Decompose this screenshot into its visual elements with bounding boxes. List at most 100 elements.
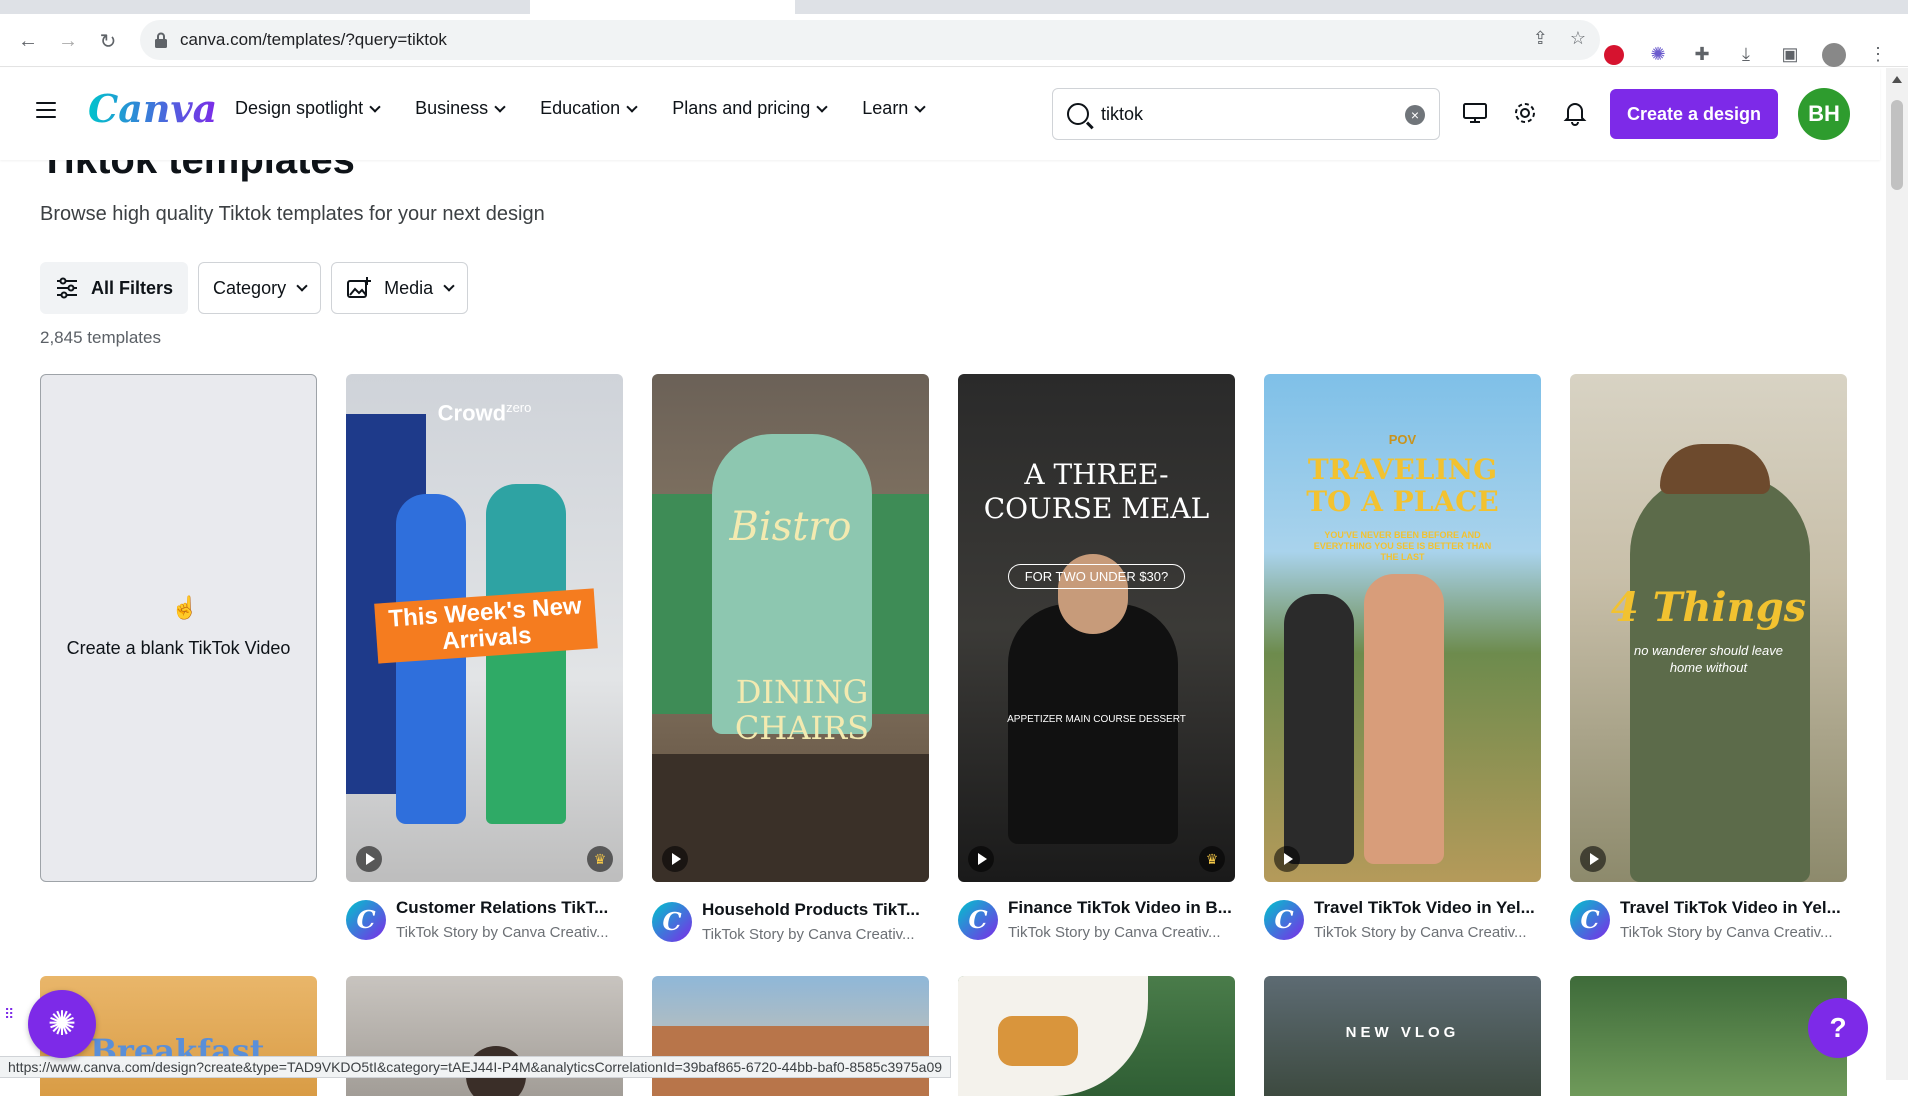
template-meta[interactable]: C Travel TikTok Video in Yel... TikTok S… — [1264, 896, 1541, 952]
template-card[interactable] — [1570, 976, 1847, 1096]
chevron-down-icon — [369, 100, 381, 113]
premium-crown-icon: ♛ — [587, 846, 613, 872]
extension-red-icon[interactable] — [1602, 43, 1626, 67]
chevron-down-icon — [914, 100, 926, 113]
canva-creator-logo: C — [1264, 900, 1304, 940]
thumb-headline: NEW VLOG — [1345, 1024, 1460, 1041]
thumb-person-left — [1284, 594, 1354, 864]
template-meta[interactable]: C Customer Relations TikT... TikTok Stor… — [346, 896, 623, 952]
template-card[interactable]: 4 Things no wanderer should leave home w… — [1570, 374, 1847, 882]
template-author: TikTok Story by Canva Creativ... — [1620, 924, 1833, 941]
template-card[interactable]: NEW VLOG — [1264, 976, 1541, 1096]
scroll-up-arrow-icon[interactable] — [1892, 76, 1902, 83]
canva-header: Canva Design spotlight Business Educatio… — [0, 68, 1880, 160]
canva-creator-logo: C — [346, 900, 386, 940]
nav-learn[interactable]: Learn — [862, 98, 926, 119]
download-icon[interactable]: ⤓ — [1734, 43, 1758, 67]
play-icon — [662, 846, 688, 872]
profile-avatar-icon[interactable] — [1822, 42, 1846, 67]
canva-creator-logo: C — [1570, 900, 1610, 940]
play-icon — [968, 846, 994, 872]
drag-handle-icon[interactable]: ⠿ — [4, 1007, 20, 1034]
template-card[interactable] — [958, 976, 1235, 1096]
create-blank-label: Create a blank TikTok Video — [66, 637, 291, 658]
create-design-button[interactable]: Create a design — [1610, 89, 1778, 139]
media-dropdown[interactable]: Media — [331, 262, 469, 314]
thumb-pants-green — [486, 644, 566, 824]
settings-gear-icon[interactable] — [1510, 98, 1540, 128]
category-dropdown[interactable]: Category — [198, 262, 322, 314]
premium-crown-icon: ♛ — [1199, 846, 1225, 872]
share-icon[interactable]: ⇪ — [1533, 28, 1548, 49]
template-card[interactable]: Crowdzero This Week's New Arrivals ♛ — [346, 374, 623, 882]
clear-search-icon[interactable]: × — [1405, 105, 1425, 125]
thumb-pre: POV — [1388, 432, 1417, 447]
sliders-icon — [57, 277, 77, 299]
template-title: Travel TikTok Video in Yel... — [1314, 898, 1535, 917]
extensions-puzzle-icon[interactable]: ✚ — [1690, 43, 1714, 67]
play-icon — [1580, 846, 1606, 872]
template-title: Travel TikTok Video in Yel... — [1620, 898, 1841, 917]
template-title: Customer Relations TikT... — [396, 898, 609, 917]
chevron-down-icon — [626, 100, 638, 113]
template-meta[interactable]: C Travel TikTok Video in Yel... TikTok S… — [1570, 896, 1847, 952]
hand-cursor-icon: ☝ — [171, 595, 199, 620]
thumb-courses: APPETIZER MAIN COURSE DESSERT — [1007, 714, 1186, 725]
nav-education[interactable]: Education — [540, 98, 638, 119]
canva-creator-logo: C — [652, 902, 692, 942]
magic-assistant-button[interactable]: ✺ — [28, 990, 96, 1058]
notification-bell-icon[interactable] — [1560, 98, 1590, 128]
play-icon — [1274, 846, 1300, 872]
url-text: canva.com/templates/?query=tiktok — [180, 30, 447, 49]
help-button[interactable]: ? — [1808, 998, 1868, 1058]
all-filters-button[interactable]: All Filters — [40, 262, 189, 314]
thumb-headline: A THREE-COURSE MEAL — [983, 458, 1210, 525]
chevron-down-icon — [296, 280, 308, 292]
thumb-headline: TRAVELING TO A PLACE — [1306, 453, 1499, 518]
back-icon[interactable]: ← — [14, 27, 42, 55]
thumb-brand: Crowdzero — [437, 400, 532, 426]
template-card[interactable]: A THREE-COURSE MEAL FOR TWO UNDER $30? A… — [958, 374, 1235, 882]
canva-logo[interactable]: Canva — [88, 86, 217, 131]
chevron-down-icon — [443, 280, 455, 292]
desktop-app-icon[interactable] — [1460, 98, 1490, 128]
extension-gear-icon[interactable]: ✺ — [1646, 43, 1670, 67]
forward-icon[interactable]: → — [54, 27, 82, 55]
thumb-sub: YOU'VE NEVER BEEN BEFORE AND EVERYTHING … — [1313, 530, 1492, 562]
page-scrollbar[interactable] — [1886, 68, 1908, 1080]
bookmark-star-icon[interactable]: ☆ — [1570, 28, 1586, 49]
template-card[interactable] — [346, 976, 623, 1096]
scroll-thumb[interactable] — [1891, 100, 1903, 190]
nav-plans-pricing[interactable]: Plans and pricing — [672, 98, 828, 119]
template-author: TikTok Story by Canva Creativ... — [702, 926, 915, 943]
thumb-food — [998, 1016, 1078, 1066]
template-card[interactable]: POV TRAVELING TO A PLACE YOU'VE NEVER BE… — [1264, 374, 1541, 882]
template-meta[interactable]: C Household Products TikT... TikTok Stor… — [652, 898, 929, 954]
search-box: × — [1052, 88, 1440, 140]
template-card[interactable] — [652, 976, 929, 1096]
address-bar[interactable]: canva.com/templates/?query=tiktok ⇪ ☆ — [140, 20, 1600, 60]
template-meta[interactable]: C Finance TikTok Video in B... TikTok St… — [958, 896, 1235, 952]
browser-status-url: https://www.canva.com/design?create&type… — [0, 1056, 952, 1078]
chevron-down-icon — [494, 100, 506, 113]
filter-bar: All Filters Category Media — [40, 262, 469, 314]
nav-business[interactable]: Business — [415, 98, 506, 119]
create-blank-card[interactable]: Create a blank TikTok Video ☝ — [40, 374, 317, 882]
user-avatar[interactable]: BH — [1798, 88, 1850, 140]
media-image-icon — [347, 277, 372, 298]
search-input[interactable] — [1101, 103, 1391, 125]
thumb-headline: 4 Things — [1610, 584, 1807, 631]
nav-design-spotlight[interactable]: Design spotlight — [235, 98, 381, 119]
template-count: 2,845 templates — [40, 328, 161, 347]
side-panel-icon[interactable]: ▣ — [1778, 43, 1802, 67]
reload-icon[interactable]: ↻ — [94, 27, 122, 55]
thumb-brand: Bistro — [729, 504, 852, 550]
browser-toolbar: ← → ↻ canva.com/templates/?query=tiktok … — [0, 14, 1908, 67]
template-card[interactable]: Bistro DINING CHAIRS — [652, 374, 929, 882]
thumb-person-backpack — [1630, 474, 1810, 882]
menu-icon[interactable] — [36, 102, 56, 118]
thumb-table — [652, 754, 929, 882]
active-tab[interactable] — [530, 0, 795, 14]
more-menu-icon[interactable]: ⋮ — [1866, 43, 1890, 67]
search-icon — [1067, 103, 1089, 125]
